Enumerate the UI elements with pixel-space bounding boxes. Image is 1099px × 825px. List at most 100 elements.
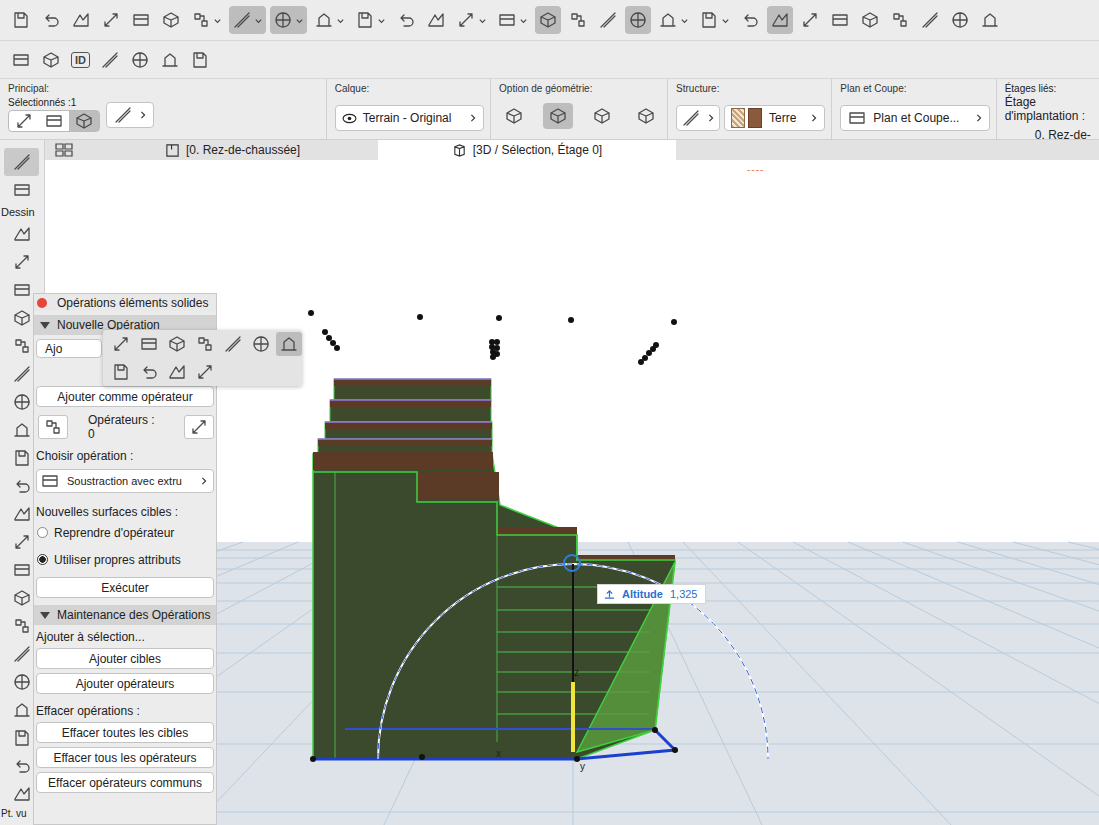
toolbar-button[interactable] [97, 46, 123, 74]
toolbar-button[interactable] [535, 6, 561, 34]
toolbar-button[interactable] [977, 6, 1003, 34]
flyout-button[interactable] [164, 360, 190, 384]
operator-select-button[interactable] [184, 415, 214, 439]
surface-radio[interactable]: Utiliser propres attributs [34, 546, 216, 573]
info-box: Principal: Sélectionnés :1 Calque: Terra… [0, 79, 1099, 140]
tool-icon [658, 10, 678, 30]
surface-radio[interactable]: Reprendre d'opérateur [34, 519, 216, 546]
flyout-button[interactable] [108, 332, 134, 356]
view-tab[interactable]: [0. Rez-de-chaussée] [155, 140, 378, 160]
toolbox-group-label: Dessin [0, 204, 35, 220]
toolbox-tool[interactable] [4, 176, 39, 204]
section-header[interactable]: Maintenance des Opérations [34, 605, 216, 625]
clear-button[interactable]: Effacer toutes les cibles [36, 722, 214, 743]
structure-type-button[interactable] [676, 105, 720, 131]
operator-icon-button[interactable] [38, 415, 68, 439]
toolbox-tool[interactable] [4, 220, 39, 248]
status-marker: ---- [747, 164, 764, 175]
clear-button[interactable]: Effacer opérateurs communs [36, 772, 214, 793]
flyout-button[interactable] [164, 332, 190, 356]
mode-button[interactable] [39, 111, 69, 131]
mode-icon [14, 111, 34, 131]
toolbox-tool[interactable] [4, 248, 39, 276]
toolbar-button[interactable] [887, 6, 913, 34]
flyout-button[interactable] [220, 332, 246, 356]
flyout-button[interactable] [276, 332, 302, 356]
toolbar-button[interactable] [38, 46, 64, 74]
mode-button[interactable] [9, 111, 39, 131]
toolbar-button[interactable]: ID [68, 46, 93, 74]
add-target-button[interactable]: Ajo [36, 339, 102, 358]
plan-dropdown[interactable]: Plan et Coupe... [840, 105, 989, 131]
toolbar-button[interactable] [947, 6, 973, 34]
tool-icon [101, 10, 121, 30]
maintenance-button[interactable]: Ajouter cibles [36, 648, 214, 669]
execute-button[interactable]: Exécuter [36, 577, 214, 598]
toolbar-button[interactable] [128, 6, 154, 34]
close-icon[interactable] [37, 298, 47, 308]
archicad-window: ID Principal: Sélectionnés :1 Calque: Te… [0, 0, 1099, 825]
toolbar-button[interactable] [565, 6, 591, 34]
geometry-option[interactable] [543, 103, 573, 129]
tool-icon [12, 532, 32, 552]
toolbar-button[interactable] [311, 6, 348, 34]
toolbar-button[interactable] [423, 6, 449, 34]
dropdown-arrow-icon [295, 16, 304, 25]
material-dropdown[interactable]: Terre [724, 105, 825, 131]
geometry-option[interactable] [499, 103, 529, 129]
toolbar-button[interactable] [797, 6, 823, 34]
palette-title-bar[interactable]: Opérations éléments solides [34, 294, 216, 311]
geometry-option[interactable] [631, 103, 661, 129]
clear-button[interactable]: Effacer tous les opérateurs [36, 747, 214, 768]
toolbar-button[interactable] [857, 6, 883, 34]
flyout-button[interactable] [192, 360, 218, 384]
toolbar-button[interactable] [98, 6, 124, 34]
chevron-icon [139, 110, 147, 120]
toolbar-button[interactable] [187, 46, 213, 74]
maintenance-button[interactable]: Ajouter opérateurs [36, 673, 214, 694]
toolbar-button[interactable] [158, 6, 184, 34]
toolbar-button[interactable] [157, 46, 183, 74]
toolbar-button[interactable] [453, 6, 490, 34]
toolbox-tool[interactable] [4, 148, 39, 176]
toolbar-button[interactable] [827, 6, 853, 34]
tool-icon [12, 252, 32, 272]
toolbar-button[interactable] [38, 6, 64, 34]
toolbar-button[interactable] [737, 6, 763, 34]
flyout-button[interactable] [108, 360, 134, 384]
toolbar-button[interactable] [188, 6, 225, 34]
tool-icon [538, 10, 558, 30]
toolbar-button[interactable] [127, 46, 153, 74]
toolbar-button[interactable] [767, 6, 793, 34]
toolbar-button[interactable] [494, 6, 531, 34]
operation-dropdown[interactable]: Soustraction avec extru [36, 469, 214, 493]
geometry-option[interactable] [587, 103, 617, 129]
toolbar-button[interactable] [352, 6, 389, 34]
flyout-button[interactable] [192, 332, 218, 356]
tool-icon [12, 476, 32, 496]
toolbar-button[interactable] [595, 6, 621, 34]
toolbar-button[interactable] [696, 6, 733, 34]
toolbar-button[interactable] [625, 6, 651, 34]
flyout-button[interactable] [136, 360, 162, 384]
toolbar-button[interactable] [917, 6, 943, 34]
tool-icon [426, 10, 446, 30]
toolbar-button[interactable] [393, 6, 419, 34]
toolbar-button[interactable] [8, 6, 34, 34]
add-operator-button[interactable]: Ajouter comme opérateur [36, 386, 214, 407]
operation-icon [167, 334, 187, 354]
tool-icon [12, 152, 32, 172]
mode-button[interactable] [69, 111, 99, 131]
section-label: Principal: [8, 83, 320, 97]
view-tab[interactable]: [3D / Sélection, Étage 0] [378, 140, 676, 160]
toolbar-button[interactable] [270, 6, 307, 34]
flyout-button[interactable] [136, 332, 162, 356]
toolbar-button[interactable] [229, 6, 266, 34]
tab-overview-button[interactable] [49, 140, 79, 160]
toolbar-button[interactable] [68, 6, 94, 34]
toolbar-button[interactable] [8, 46, 34, 74]
layer-dropdown[interactable]: Terrain - Original [335, 105, 484, 131]
toolbar-button[interactable] [655, 6, 692, 34]
arrow-tool-button[interactable] [106, 102, 154, 128]
flyout-button[interactable] [248, 332, 274, 356]
